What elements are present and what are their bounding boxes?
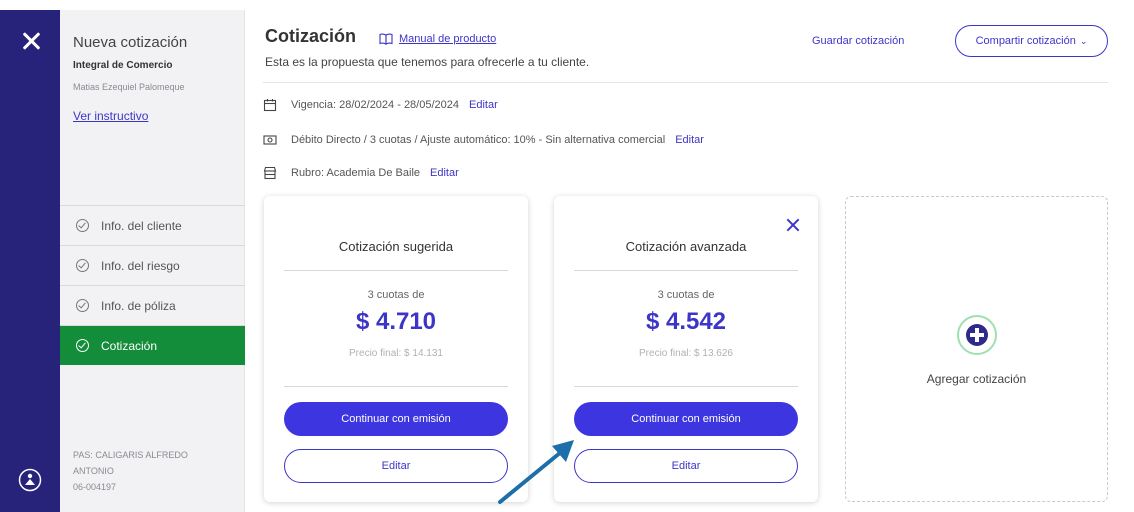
divider (284, 386, 508, 387)
installments-label: 3 cuotas de (657, 289, 715, 301)
category-row: Rubro: Academia De Baile Editar (263, 166, 459, 180)
add-quote-label: Agregar cotización (926, 372, 1027, 386)
book-icon (379, 33, 393, 45)
sidebar-item-quote[interactable]: Cotización (60, 325, 245, 365)
producer-line: PAS: CALIGARIS ALFREDO (73, 450, 188, 460)
divider (263, 82, 1108, 83)
sidebar-title: Nueva cotización (73, 34, 188, 51)
sidebar-nav: Info. del cliente Info. del riesgo Info.… (60, 205, 245, 365)
installment-price: $ 4.542 (645, 308, 727, 335)
sidebar-item-policy-info[interactable]: Info. de póliza (60, 285, 245, 325)
divider (284, 270, 508, 271)
money-icon (263, 135, 277, 145)
installment-price: $ 4.710 (355, 308, 437, 335)
page-subtitle: Esta es la propuesta que tenemos para of… (265, 55, 590, 69)
producer-code: 06-004197 (73, 482, 117, 492)
close-icon[interactable] (20, 30, 42, 52)
edit-validity-link[interactable]: Editar (469, 99, 498, 111)
person-name: Matias Ezequiel Palomeque (73, 82, 185, 92)
share-label: Compartir cotización (975, 35, 1076, 47)
save-quote-link[interactable]: Guardar cotización (812, 35, 904, 47)
manual-link[interactable]: Manual de producto (399, 33, 496, 45)
app-rail (0, 10, 60, 512)
final-price: Precio final: $ 14.131 (349, 348, 443, 359)
check-circle-icon (76, 219, 89, 232)
check-circle-icon (76, 299, 89, 312)
check-circle-icon (76, 259, 89, 272)
add-quote-card[interactable]: Agregar cotización (845, 196, 1108, 502)
validity-row: Vigencia: 28/02/2024 - 28/05/2024 Editar (263, 98, 498, 112)
pointer-arrow-icon (498, 440, 574, 504)
divider (574, 270, 798, 271)
sidebar-item-risk-info[interactable]: Info. del riesgo (60, 245, 245, 285)
final-price: Precio final: $ 13.626 (639, 348, 733, 359)
continue-emission-button[interactable]: Continuar con emisión (284, 402, 508, 436)
producer-line: ANTONIO (73, 466, 114, 476)
card-title: Cotización sugerida (338, 239, 454, 254)
sidebar: Nueva cotización Integral de Comercio Ma… (60, 10, 245, 512)
edit-quote-button[interactable]: Editar (574, 449, 798, 483)
edit-category-link[interactable]: Editar (430, 167, 459, 179)
chevron-down-icon: ⌄ (1079, 35, 1088, 46)
store-icon (263, 166, 277, 180)
instructions-link[interactable]: Ver instructivo (73, 109, 148, 123)
company-name: Integral de Comercio (73, 60, 173, 71)
divider (574, 386, 798, 387)
plus-icon (957, 315, 997, 355)
quote-card-suggested: Cotización sugerida 3 cuotas de $ 4.710 … (264, 196, 528, 502)
sidebar-item-label: Cotización (101, 338, 158, 353)
page-title: Cotización (265, 26, 357, 46)
sidebar-item-client-info[interactable]: Info. del cliente (60, 205, 245, 245)
continue-emission-button[interactable]: Continuar con emisión (574, 402, 798, 436)
share-quote-button[interactable]: Compartir cotización ⌄ (955, 25, 1108, 57)
installments-label: 3 cuotas de (367, 289, 425, 301)
payment-row: Débito Directo / 3 cuotas / Ajuste autom… (263, 133, 704, 147)
sidebar-item-label: Info. del cliente (101, 218, 182, 233)
validity-text: Vigencia: 28/02/2024 - 28/05/2024 (291, 99, 459, 111)
card-title: Cotización avanzada (625, 239, 747, 254)
edit-quote-button[interactable]: Editar (284, 449, 508, 483)
quote-card-advanced: Cotización avanzada 3 cuotas de $ 4.542 … (554, 196, 818, 502)
sidebar-item-label: Info. del riesgo (101, 258, 180, 273)
producer-info: PAS: CALIGARIS ALFREDO ANTONIO 06-004197 (73, 447, 188, 495)
close-icon[interactable] (786, 218, 800, 232)
check-circle-icon (76, 339, 89, 352)
logo-icon (18, 468, 42, 492)
edit-payment-link[interactable]: Editar (675, 134, 704, 146)
sidebar-item-label: Info. de póliza (101, 298, 176, 313)
category-text: Rubro: Academia De Baile (291, 167, 421, 179)
calendar-icon (263, 99, 277, 112)
payment-text: Débito Directo / 3 cuotas / Ajuste autom… (291, 134, 666, 146)
